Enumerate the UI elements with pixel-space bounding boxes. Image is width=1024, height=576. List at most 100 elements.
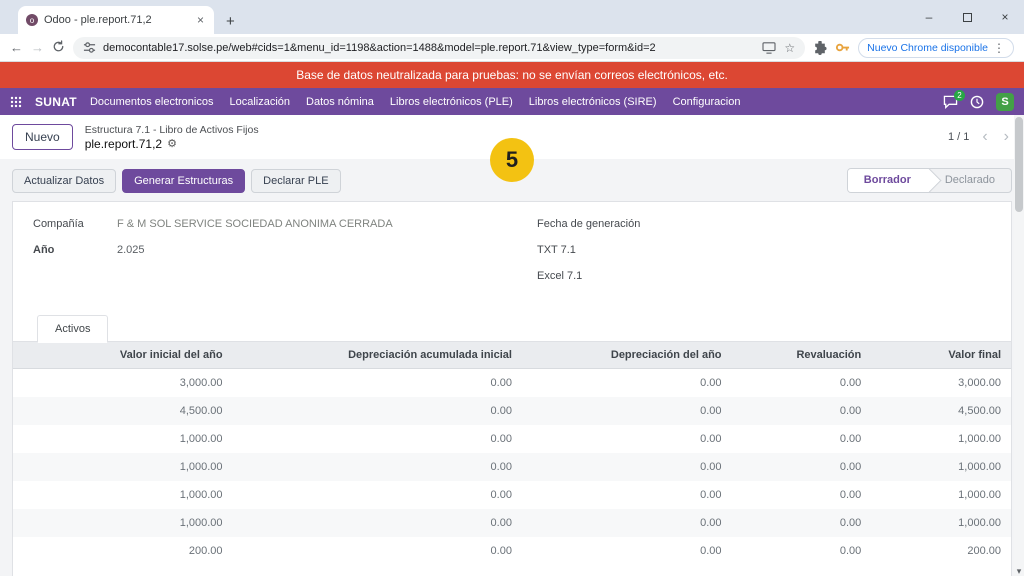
- breadcrumb-title[interactable]: Estructura 7.1 - Libro de Activos Fijos: [85, 124, 259, 136]
- cell: 0.00: [233, 537, 522, 565]
- cell: 0.00: [522, 369, 732, 398]
- maximize-icon: [963, 13, 972, 22]
- send-to-device-icon[interactable]: [762, 42, 776, 54]
- nav-menu-datos-nomina[interactable]: Datos nómina: [306, 96, 374, 108]
- minimize-button[interactable]: –: [910, 0, 948, 34]
- odoo-favicon-icon: o: [26, 14, 38, 26]
- cell: 1,000.00: [871, 425, 1011, 453]
- scroll-down-icon[interactable]: ▾: [1017, 566, 1022, 576]
- app-name[interactable]: SUNAT: [35, 95, 77, 109]
- new-tab-button[interactable]: +: [214, 13, 247, 34]
- nav-menu-documentos-electronicos[interactable]: Documentos electronicos: [90, 96, 214, 108]
- declarar-ple-button[interactable]: Declarar PLE: [251, 169, 340, 193]
- cell: 1,000.00: [13, 453, 233, 481]
- extensions-icon[interactable]: [813, 41, 827, 55]
- cell: 0.00: [732, 425, 872, 453]
- tab-activos[interactable]: Activos: [37, 315, 108, 343]
- table-header-row: Valor inicial del añoDepreciación acumul…: [13, 342, 1011, 369]
- cell: 4,500.00: [871, 397, 1011, 425]
- form-left-column: Compañía F & M SOL SERVICE SOCIEDAD ANON…: [33, 218, 487, 296]
- user-avatar[interactable]: S: [996, 93, 1014, 111]
- cell: 0.00: [522, 397, 732, 425]
- scrollbar-thumb[interactable]: [1015, 117, 1023, 212]
- settings-gear-icon[interactable]: ⚙: [167, 137, 177, 150]
- cell: 0.00: [522, 453, 732, 481]
- pager-next-icon[interactable]: ›: [1001, 129, 1012, 145]
- browser-menu-icon[interactable]: ⋮: [993, 41, 1005, 55]
- company-value[interactable]: F & M SOL SERVICE SOCIEDAD ANONIMA CERRA…: [117, 218, 393, 230]
- generar-estructuras-button[interactable]: Generar Estructuras: [122, 169, 245, 193]
- forward-button[interactable]: →: [31, 41, 44, 54]
- cell: 200.00: [13, 537, 233, 565]
- messages-button[interactable]: 2: [943, 95, 958, 109]
- cell: 0.00: [522, 481, 732, 509]
- status-borrador[interactable]: Borrador: [848, 169, 929, 192]
- nav-menu-libros-electronicos-ple[interactable]: Libros electrónicos (PLE): [390, 96, 513, 108]
- column-header-valor-final: Valor final: [871, 342, 1011, 369]
- year-value[interactable]: 2.025: [117, 244, 145, 256]
- cell: 3,000.00: [13, 369, 233, 398]
- form-fields: Compañía F & M SOL SERVICE SOCIEDAD ANON…: [13, 218, 1011, 296]
- nav-menu-localizacion[interactable]: Localización: [229, 96, 290, 108]
- url-text[interactable]: democontable17.solse.pe/web#cids=1&menu_…: [103, 42, 755, 54]
- cell: 0.00: [732, 481, 872, 509]
- refresh-icon: [52, 40, 65, 53]
- actualizar-datos-button[interactable]: Actualizar Datos: [12, 169, 116, 193]
- table-row[interactable]: 1,000.000.000.000.001,000.00: [13, 453, 1011, 481]
- window-controls: – ×: [910, 0, 1024, 34]
- site-settings-icon[interactable]: [83, 41, 96, 54]
- table-row[interactable]: 1,000.000.000.000.001,000.00: [13, 481, 1011, 509]
- apps-menu-icon[interactable]: [10, 96, 22, 108]
- close-window-button[interactable]: ×: [986, 0, 1024, 34]
- excel-field: Excel 7.1: [537, 270, 991, 282]
- main-content: Actualizar Datos Generar Estructuras Dec…: [0, 159, 1024, 576]
- page-scrollbar[interactable]: ▾: [1014, 115, 1024, 576]
- company-field: Compañía F & M SOL SERVICE SOCIEDAD ANON…: [33, 218, 487, 230]
- odoo-navbar: SUNAT Documentos electronicos Localizació…: [0, 88, 1024, 115]
- cell: 0.00: [732, 369, 872, 398]
- back-button[interactable]: ←: [10, 41, 23, 54]
- nav-menu-configuracion[interactable]: Configuracion: [673, 96, 741, 108]
- cell: 1,000.00: [13, 481, 233, 509]
- form-right-column: Fecha de generación TXT 7.1 Excel 7.1: [537, 218, 991, 296]
- assets-table: Valor inicial del añoDepreciación acumul…: [13, 342, 1011, 565]
- column-header-depreciacion-acumulada-inicial: Depreciación acumulada inicial: [233, 342, 522, 369]
- breadcrumb: Estructura 7.1 - Libro de Activos Fijos …: [85, 124, 259, 151]
- cell: 0.00: [732, 453, 872, 481]
- browser-tab[interactable]: o Odoo - ple.report.71,2 ×: [18, 6, 214, 34]
- table-row[interactable]: 1,000.000.000.000.001,000.00: [13, 509, 1011, 537]
- password-key-icon[interactable]: [835, 40, 850, 55]
- maximize-button[interactable]: [948, 0, 986, 34]
- table-row[interactable]: 3,000.000.000.000.003,000.00: [13, 369, 1011, 398]
- cell: 0.00: [233, 397, 522, 425]
- cell: 0.00: [233, 509, 522, 537]
- cell: 0.00: [233, 425, 522, 453]
- company-label: Compañía: [33, 218, 103, 230]
- txt-field: TXT 7.1: [537, 244, 991, 256]
- table-row[interactable]: 1,000.000.000.000.001,000.00: [13, 425, 1011, 453]
- activities-clock-icon[interactable]: [970, 95, 984, 109]
- breadcrumb-record: ple.report.71,2: [85, 137, 162, 151]
- bookmark-star-icon[interactable]: ☆: [784, 41, 795, 55]
- column-header-valor-inicial-del-ano: Valor inicial del año: [13, 342, 233, 369]
- cell: 1,000.00: [13, 425, 233, 453]
- tab-close-icon[interactable]: ×: [195, 13, 206, 27]
- url-bar[interactable]: democontable17.solse.pe/web#cids=1&menu_…: [73, 37, 805, 59]
- cell: 0.00: [233, 481, 522, 509]
- cell: 1,000.00: [871, 481, 1011, 509]
- navbar-right: 2 S: [943, 93, 1014, 111]
- navbar-menus: Documentos electronicos Localización Datos…: [90, 96, 740, 108]
- messages-badge: 2: [954, 90, 965, 101]
- url-bar-icons: ☆: [762, 41, 795, 55]
- table-row[interactable]: 200.000.000.000.00200.00: [13, 537, 1011, 565]
- chrome-update-button[interactable]: Nuevo Chrome disponible ⋮: [858, 38, 1014, 58]
- neutralized-banner-text: Base de datos neutralizada para pruebas:…: [296, 68, 728, 82]
- refresh-button[interactable]: [52, 40, 65, 55]
- pager-previous-icon[interactable]: ‹: [979, 129, 990, 145]
- generation-date-label: Fecha de generación: [537, 218, 667, 230]
- annotation-marker: 5: [490, 138, 534, 182]
- table-row[interactable]: 4,500.000.000.000.004,500.00: [13, 397, 1011, 425]
- nav-menu-libros-electronicos-sire[interactable]: Libros electrónicos (SIRE): [529, 96, 657, 108]
- cell: 1,000.00: [871, 453, 1011, 481]
- new-button[interactable]: Nuevo: [12, 124, 73, 150]
